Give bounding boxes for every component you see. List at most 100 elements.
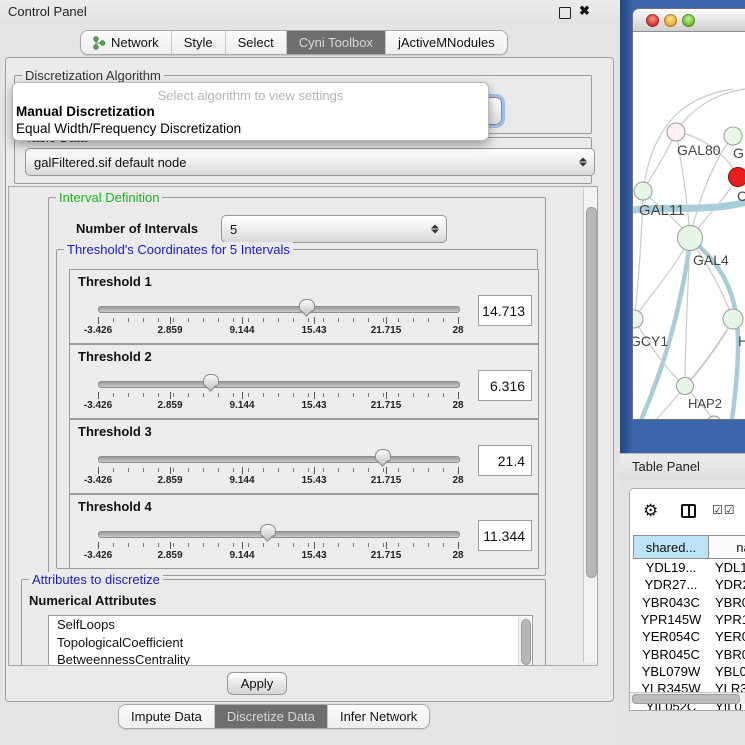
tab-jactivemnodules[interactable]: jActiveMNodules bbox=[385, 31, 507, 54]
gear-icon[interactable]: ⚙ bbox=[643, 501, 658, 521]
slider-track[interactable] bbox=[98, 381, 460, 388]
table-row[interactable]: YBL079WYBL0 bbox=[633, 663, 745, 680]
threshold-2-value-field[interactable]: 6.316 bbox=[478, 370, 532, 401]
settings-scroll-area: Interval Definition Number of Intervals … bbox=[8, 186, 598, 666]
network-view-window[interactable]: GAL80 G C GAL11 GAL4 GCY1 H HAP2 bbox=[632, 8, 745, 420]
slider-thumb[interactable] bbox=[375, 449, 391, 463]
table-horizontal-scrollbar[interactable] bbox=[630, 692, 745, 704]
table-row[interactable]: YDR27...YDR2 bbox=[633, 576, 745, 593]
network-canvas[interactable]: GAL80 G C GAL11 GAL4 GCY1 H HAP2 bbox=[633, 31, 745, 420]
zoom-traffic-light-icon[interactable] bbox=[682, 14, 695, 27]
threshold-4-slider[interactable]: -3.4262.8599.14415.4321.71528 bbox=[98, 525, 458, 565]
tab-label: Cyni Toolbox bbox=[299, 35, 373, 50]
slider-track[interactable] bbox=[98, 456, 460, 463]
tab-cyni-toolbox[interactable]: Cyni Toolbox bbox=[286, 31, 385, 54]
tab-select[interactable]: Select bbox=[225, 31, 286, 54]
node-gal80[interactable] bbox=[667, 123, 685, 141]
fieldset-legend: Threshold's Coordinates for 5 Intervals bbox=[64, 242, 293, 257]
number-of-intervals-combobox[interactable]: 5 bbox=[221, 215, 447, 243]
node-label: C bbox=[737, 188, 745, 204]
float-window-icon[interactable] bbox=[559, 7, 571, 19]
threshold-1-panel: Threshold 1 -3.4262.8599.14415.4321.7152… bbox=[69, 269, 539, 344]
threshold-label: Threshold 3 bbox=[78, 424, 152, 439]
threshold-4-value-field[interactable]: 11.344 bbox=[478, 520, 532, 551]
panel-title: Control Panel bbox=[8, 4, 87, 19]
tab-label: jActiveMNodules bbox=[398, 35, 495, 50]
spinner-arrows-icon bbox=[579, 158, 587, 167]
node-hap2[interactable] bbox=[677, 378, 694, 395]
tab-style[interactable]: Style bbox=[171, 31, 225, 54]
node-gal4[interactable] bbox=[678, 226, 703, 251]
threshold-3-panel: Threshold 3 -3.4262.8599.14415.4321.7152… bbox=[69, 419, 539, 494]
table-toolbar: ⚙ ☑☑ bbox=[630, 489, 745, 535]
column-header-shared-name[interactable]: shared... bbox=[633, 535, 709, 559]
threshold-4-panel: Threshold 4 -3.4262.8599.14415.4321.7152… bbox=[69, 494, 539, 569]
tab-impute-data[interactable]: Impute Data bbox=[119, 705, 214, 728]
table-row[interactable]: YBR043CYBR0 bbox=[633, 594, 745, 611]
popup-item-equal-width-frequency[interactable]: Equal Width/Frequency Discretization bbox=[16, 121, 241, 136]
table-row[interactable]: YER054CYER0 bbox=[633, 628, 745, 645]
table-header-row: shared... na bbox=[633, 535, 745, 559]
threshold-label: Threshold 2 bbox=[78, 349, 152, 364]
list-item[interactable]: BetweennessCentrality bbox=[49, 651, 532, 666]
close-icon[interactable]: ✖ bbox=[579, 3, 590, 19]
table-body: YDL19...YDL1 YDR27...YDR2 YBR043CYBR0 YP… bbox=[633, 559, 745, 711]
minimize-traffic-light-icon[interactable] bbox=[664, 14, 677, 27]
slider-ticks bbox=[98, 392, 458, 398]
node-gal11[interactable] bbox=[634, 182, 652, 200]
slider-thumb[interactable] bbox=[299, 299, 315, 313]
node-top-right[interactable] bbox=[724, 127, 742, 145]
close-traffic-light-icon[interactable] bbox=[646, 14, 659, 27]
table-row[interactable]: YPR145WYPR1 bbox=[633, 611, 745, 628]
network-tree-icon bbox=[93, 36, 106, 50]
slider-track[interactable] bbox=[98, 531, 460, 538]
threshold-3-slider[interactable]: -3.4262.8599.14415.4321.71528 bbox=[98, 450, 458, 490]
table-row[interactable]: YBR045CYBR0 bbox=[633, 645, 745, 662]
scrollbar-thumb[interactable] bbox=[586, 207, 597, 578]
split-columns-icon[interactable] bbox=[681, 504, 696, 518]
table-row[interactable]: YDL19...YDL1 bbox=[633, 559, 745, 576]
select-columns-checkboxes-icon[interactable]: ☑☑ bbox=[712, 503, 736, 517]
threshold-1-slider[interactable]: -3.4262.8599.14415.4321.71528 bbox=[98, 300, 458, 340]
slider-ticks bbox=[98, 542, 458, 548]
slider-tick-labels: -3.4262.8599.14415.4321.71528 bbox=[98, 325, 458, 337]
slider-track[interactable] bbox=[98, 306, 460, 313]
tab-label: Network bbox=[111, 35, 159, 50]
table-data-combobox[interactable]: galFiltered.sif default node bbox=[25, 148, 595, 176]
tab-label: Style bbox=[184, 35, 213, 50]
node-h[interactable] bbox=[723, 309, 743, 329]
threshold-label: Threshold 1 bbox=[78, 274, 152, 289]
apply-button[interactable]: Apply bbox=[227, 672, 287, 695]
node-selected-red[interactable] bbox=[729, 168, 745, 187]
tab-discretize-data[interactable]: Discretize Data bbox=[214, 705, 327, 728]
threshold-1-value-field[interactable]: 14.713 bbox=[478, 295, 532, 326]
tab-label: Discretize Data bbox=[227, 709, 315, 724]
scrollbar-thumb[interactable] bbox=[632, 694, 740, 704]
numerical-attributes-list[interactable]: SelfLoops TopologicalCoefficient Between… bbox=[48, 615, 533, 666]
tab-network[interactable]: Network bbox=[81, 31, 171, 54]
settings-scrollbar[interactable] bbox=[583, 188, 597, 662]
node-label: GAL80 bbox=[677, 142, 721, 158]
slider-ticks bbox=[98, 317, 458, 323]
tab-label: Select bbox=[238, 35, 274, 50]
slider-thumb[interactable] bbox=[260, 524, 276, 538]
list-item[interactable]: TopologicalCoefficient bbox=[49, 634, 532, 652]
node-label: H bbox=[738, 333, 745, 349]
popup-placeholder: Select algorithm to view settings bbox=[13, 88, 488, 103]
threshold-2-slider[interactable]: -3.4262.8599.14415.4321.71528 bbox=[98, 375, 458, 415]
list-item[interactable]: SelfLoops bbox=[49, 616, 532, 634]
network-window-titlebar[interactable] bbox=[633, 9, 745, 32]
slider-tick-labels: -3.4262.8599.14415.4321.71528 bbox=[98, 550, 458, 562]
threshold-2-panel: Threshold 2 -3.4262.8599.14415.4321.7152… bbox=[69, 344, 539, 419]
scrollbar-thumb[interactable] bbox=[521, 619, 531, 665]
number-of-intervals-label: Number of Intervals bbox=[76, 221, 198, 236]
column-header-name[interactable]: na bbox=[709, 535, 745, 559]
tab-infer-network[interactable]: Infer Network bbox=[327, 705, 429, 728]
popup-item-manual-discretization[interactable]: Manual Discretization bbox=[16, 104, 155, 119]
threshold-label: Threshold 4 bbox=[78, 499, 152, 514]
node-gcy1[interactable] bbox=[633, 310, 643, 328]
slider-thumb[interactable] bbox=[203, 374, 219, 388]
threshold-3-value-field[interactable]: 21.4 bbox=[478, 445, 532, 476]
node-bottom[interactable] bbox=[707, 416, 721, 420]
list-scrollbar[interactable] bbox=[518, 617, 531, 666]
